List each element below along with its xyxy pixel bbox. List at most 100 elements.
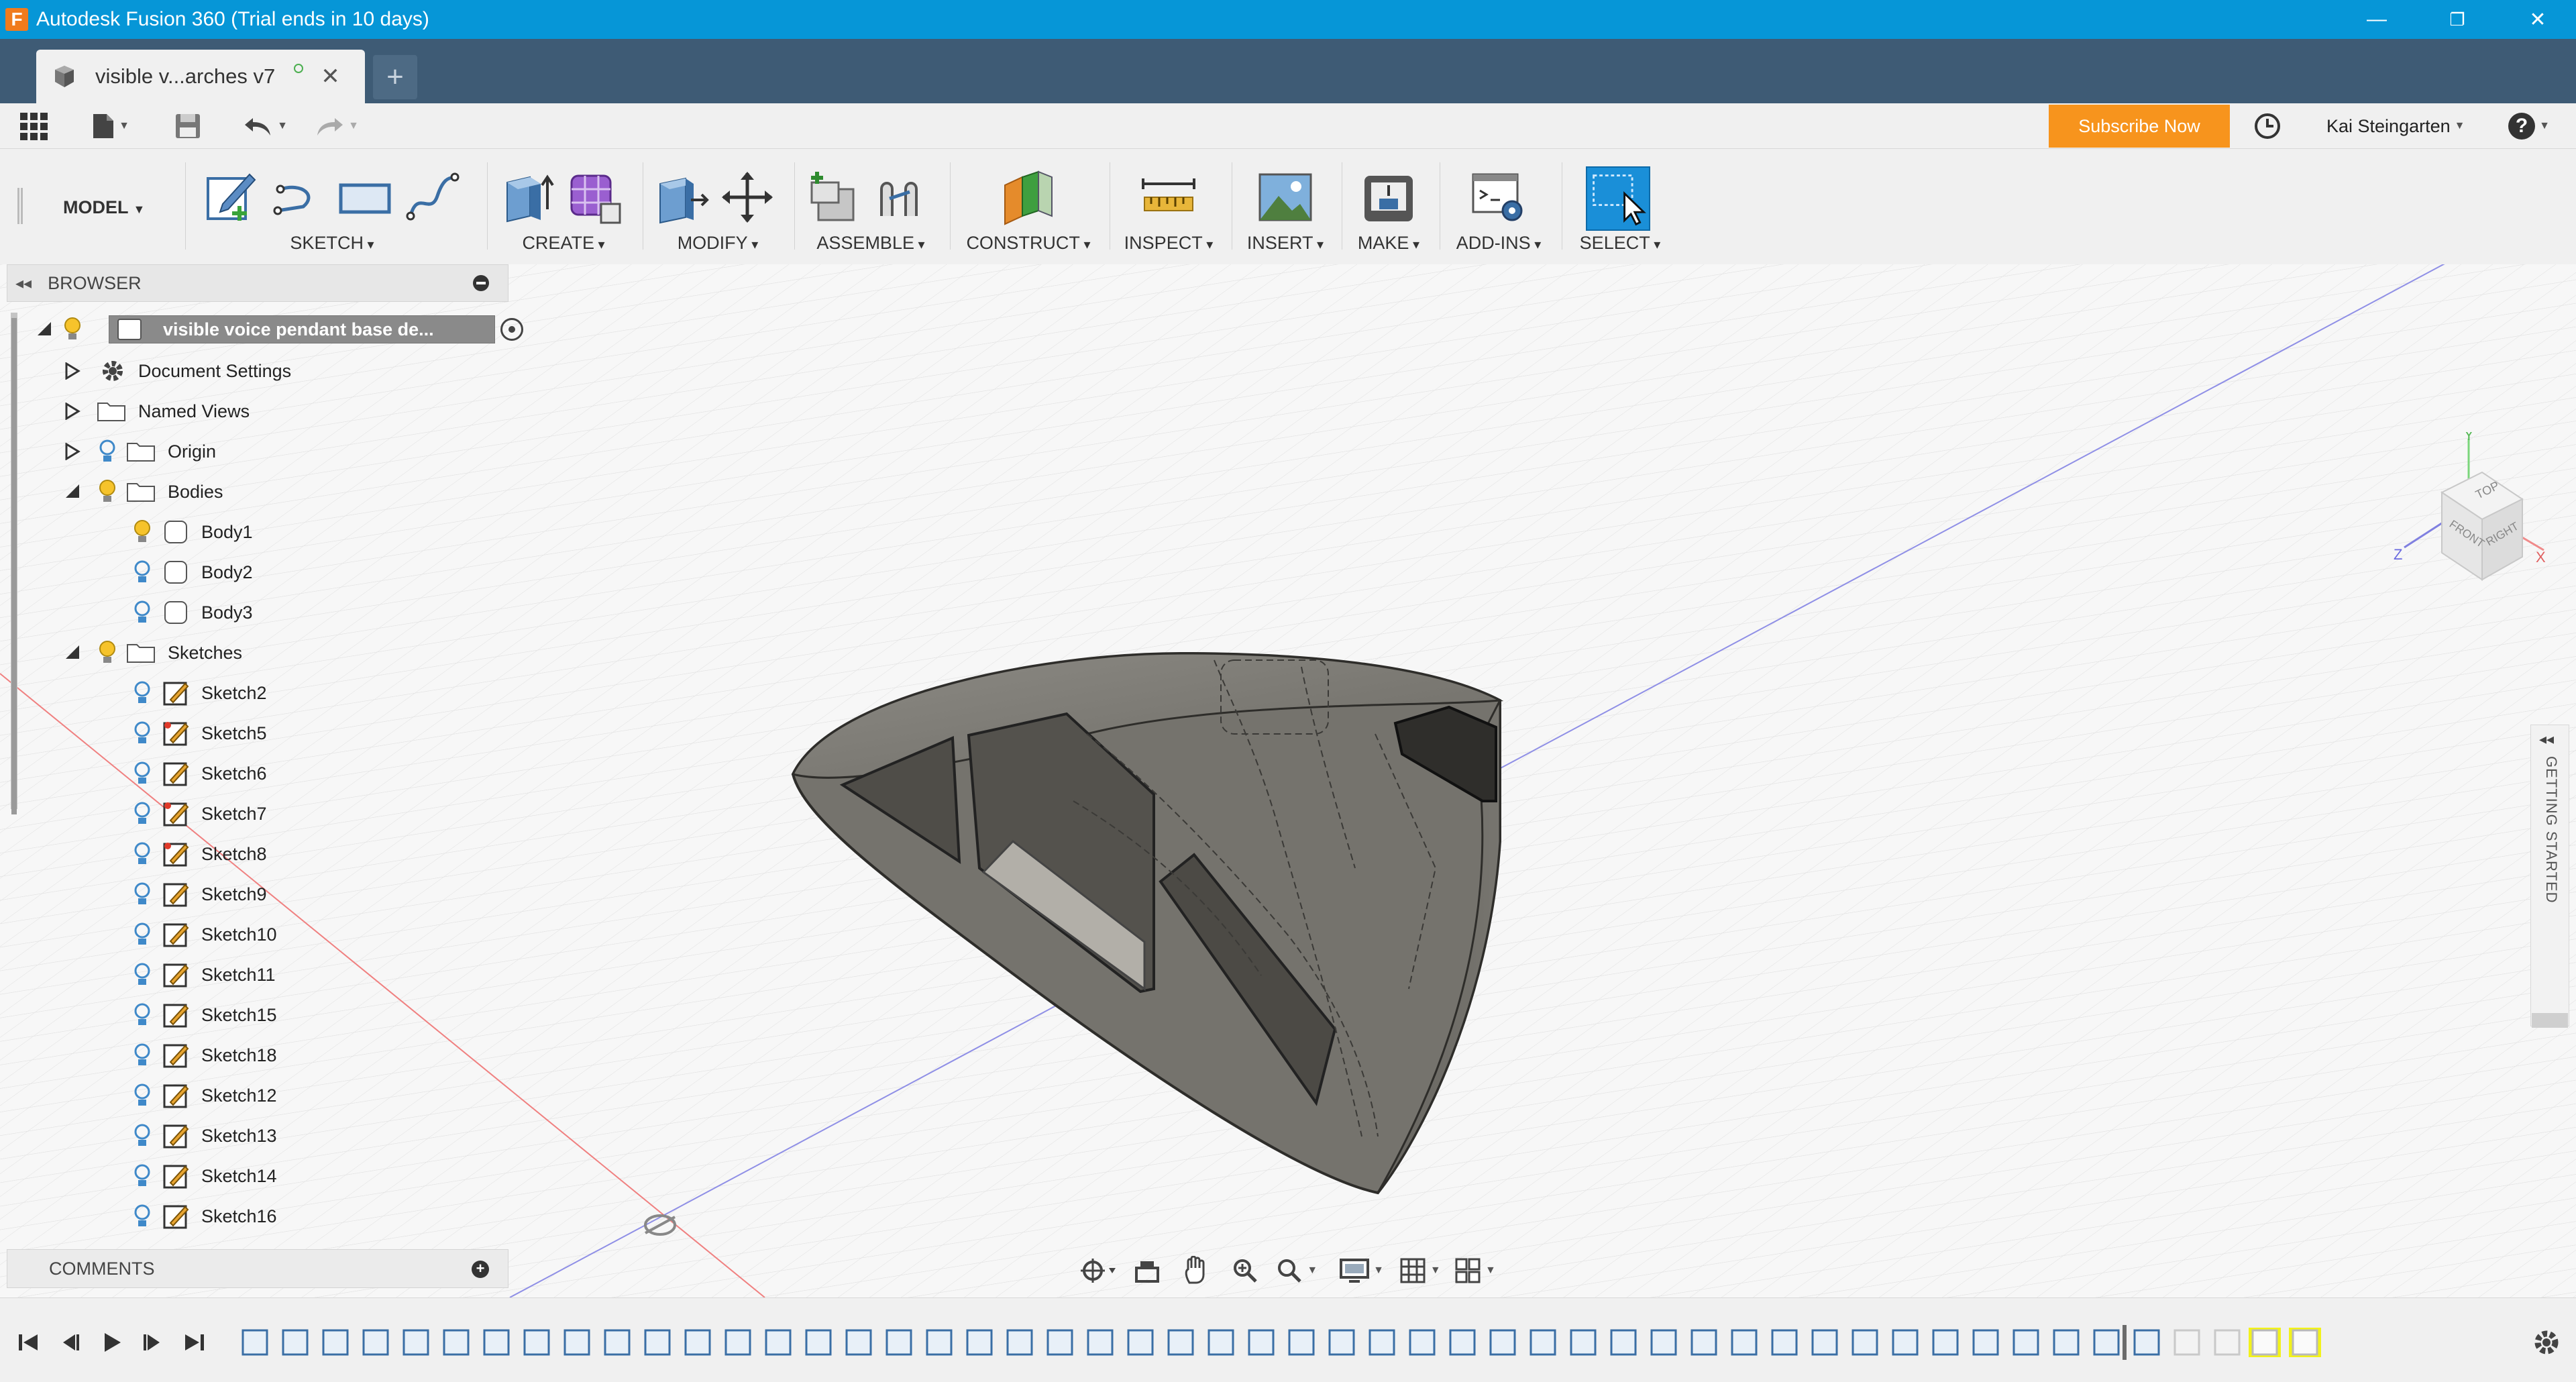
- browser-node-body2[interactable]: Body2: [131, 555, 253, 589]
- add-comment-button[interactable]: +: [472, 1261, 489, 1278]
- modify-group[interactable]: MODIFY: [651, 157, 785, 258]
- expand-triangle-icon[interactable]: [62, 394, 82, 428]
- help-button[interactable]: ? ▼: [2502, 103, 2556, 149]
- visibility-bulb-off-icon[interactable]: [97, 438, 118, 465]
- go-to-end-icon[interactable]: [180, 1328, 209, 1357]
- make-group[interactable]: MAKE: [1348, 157, 1429, 258]
- data-panel-button[interactable]: [16, 103, 51, 149]
- toolbar-grip[interactable]: [17, 188, 23, 224]
- visibility-bulb-off-icon[interactable]: [131, 1163, 153, 1189]
- viewports-button[interactable]: ▼: [1448, 1251, 1503, 1291]
- undo-button[interactable]: ▼: [239, 103, 292, 149]
- minimize-button[interactable]: —: [2340, 0, 2414, 39]
- list-item[interactable]: Sketch9: [131, 878, 267, 911]
- create-group[interactable]: CREATE: [496, 157, 631, 258]
- fit-button[interactable]: ▼: [1269, 1251, 1324, 1291]
- visibility-bulb-off-icon[interactable]: [131, 1082, 153, 1109]
- timeline-features[interactable]: [241, 1325, 2321, 1360]
- go-to-start-icon[interactable]: [13, 1328, 43, 1357]
- visibility-bulb-off-icon[interactable]: [131, 760, 153, 787]
- getting-started-panel[interactable]: ◂◂ GETTING STARTED: [2530, 725, 2569, 1026]
- visibility-bulb-off-icon[interactable]: [131, 841, 153, 867]
- document-tab[interactable]: visible v...arches v7 ✕: [36, 50, 365, 103]
- visibility-bulb-off-icon[interactable]: [131, 599, 153, 626]
- timeline-settings-gear-icon[interactable]: [2532, 1328, 2561, 1357]
- browser-node-bodies[interactable]: Bodies: [62, 475, 223, 509]
- browser-node-sketches[interactable]: Sketches: [62, 636, 242, 670]
- step-forward-icon[interactable]: [138, 1328, 168, 1357]
- visibility-bulb-off-icon[interactable]: [131, 881, 153, 908]
- browser-node-named-views[interactable]: Named Views: [62, 394, 250, 428]
- canvas-viewport[interactable]: TOP FRONT RIGHT Y Z X ◂◂ GETTING STARTED: [0, 264, 2576, 1297]
- visibility-bulb-off-icon[interactable]: [131, 1042, 153, 1069]
- close-tab-button[interactable]: ✕: [321, 63, 340, 90]
- construct-group[interactable]: CONSTRUCT: [957, 157, 1100, 258]
- new-tab-button[interactable]: +: [373, 55, 417, 99]
- view-cube[interactable]: TOP FRONT RIGHT Y Z X: [2388, 432, 2549, 593]
- root-component-label[interactable]: visible voice pendant base de...: [109, 315, 495, 343]
- browser-minimize-button[interactable]: [473, 275, 489, 291]
- panel-scroll-handle[interactable]: [2532, 1013, 2568, 1028]
- orbit-button[interactable]: [1073, 1251, 1122, 1291]
- timeline-marker[interactable]: [2123, 1325, 2127, 1360]
- select-tool-active[interactable]: [1586, 166, 1650, 231]
- list-item[interactable]: Sketch2: [131, 676, 267, 710]
- timeline-feature-strip[interactable]: [240, 1325, 2333, 1360]
- look-at-button[interactable]: [1122, 1251, 1171, 1291]
- expand-triangle-icon[interactable]: [62, 435, 82, 468]
- restore-button[interactable]: ❐: [2420, 0, 2494, 39]
- visibility-bulb-off-icon[interactable]: [131, 961, 153, 988]
- visibility-bulb-off-icon[interactable]: [131, 921, 153, 948]
- pan-button[interactable]: [1171, 1251, 1220, 1291]
- list-item[interactable]: Sketch5: [131, 716, 267, 750]
- insert-group[interactable]: INSERT: [1238, 157, 1332, 258]
- collapse-triangle-icon[interactable]: [62, 475, 82, 509]
- visibility-bulb-off-icon[interactable]: [131, 1203, 153, 1230]
- visibility-bulb-off-icon[interactable]: [131, 720, 153, 747]
- browser-node-body1[interactable]: Body1: [131, 515, 253, 549]
- browser-node-document-settings[interactable]: Document Settings: [62, 354, 291, 388]
- inspect-group[interactable]: INSPECT: [1116, 157, 1221, 258]
- list-item[interactable]: Sketch6: [131, 757, 267, 790]
- visibility-bulb-icon[interactable]: [62, 316, 83, 343]
- subscribe-now-button[interactable]: Subscribe Now: [2049, 105, 2230, 148]
- save-button[interactable]: [170, 103, 205, 149]
- list-item[interactable]: Sketch16: [131, 1200, 277, 1233]
- grid-snaps-button[interactable]: ▼: [1393, 1251, 1448, 1291]
- play-icon[interactable]: [97, 1328, 126, 1357]
- visibility-bulb-icon[interactable]: [97, 639, 118, 666]
- display-settings-button[interactable]: ▼: [1331, 1251, 1392, 1291]
- browser-root-node[interactable]: visible voice pendant base de...: [34, 313, 523, 346]
- sketch-group[interactable]: SKETCH: [195, 157, 470, 258]
- browser-node-origin[interactable]: Origin: [62, 435, 216, 468]
- collapse-triangle-icon[interactable]: [34, 313, 54, 346]
- list-item[interactable]: Sketch15: [131, 998, 277, 1032]
- visibility-bulb-off-icon[interactable]: [131, 1122, 153, 1149]
- visibility-bulb-off-icon[interactable]: [131, 1002, 153, 1028]
- list-item[interactable]: Sketch11: [131, 958, 276, 992]
- list-item[interactable]: Sketch18: [131, 1039, 277, 1072]
- browser-node-body3[interactable]: Body3: [131, 596, 253, 629]
- job-status-button[interactable]: [2247, 103, 2288, 149]
- collapse-triangle-icon[interactable]: [62, 636, 82, 670]
- browser-scrollbar[interactable]: [11, 313, 17, 814]
- visibility-bulb-icon[interactable]: [97, 478, 118, 505]
- workspace-switcher[interactable]: MODEL ▼: [63, 197, 145, 218]
- list-item[interactable]: Sketch14: [131, 1159, 277, 1193]
- add-ins-group[interactable]: ADD-INS: [1446, 157, 1551, 258]
- double-chevron-left-icon[interactable]: ◂◂: [15, 274, 32, 293]
- list-item[interactable]: Sketch8: [131, 837, 267, 871]
- list-item[interactable]: Sketch10: [131, 918, 277, 951]
- comments-panel[interactable]: COMMENTS +: [7, 1249, 508, 1288]
- redo-button[interactable]: ▼: [310, 103, 364, 149]
- visibility-bulb-off-icon[interactable]: [131, 680, 153, 706]
- visibility-bulb-icon[interactable]: [131, 519, 153, 545]
- list-item[interactable]: Sketch7: [131, 797, 267, 831]
- close-window-button[interactable]: ✕: [2501, 0, 2575, 39]
- list-item[interactable]: Sketch13: [131, 1119, 277, 1153]
- assemble-group[interactable]: ASSEMBLE: [802, 157, 939, 258]
- double-chevron-left-icon[interactable]: ◂◂: [2539, 731, 2554, 748]
- visibility-bulb-off-icon[interactable]: [131, 800, 153, 827]
- zoom-button[interactable]: [1220, 1251, 1269, 1291]
- user-account-menu[interactable]: Kai Steingarten ▼: [2326, 103, 2465, 149]
